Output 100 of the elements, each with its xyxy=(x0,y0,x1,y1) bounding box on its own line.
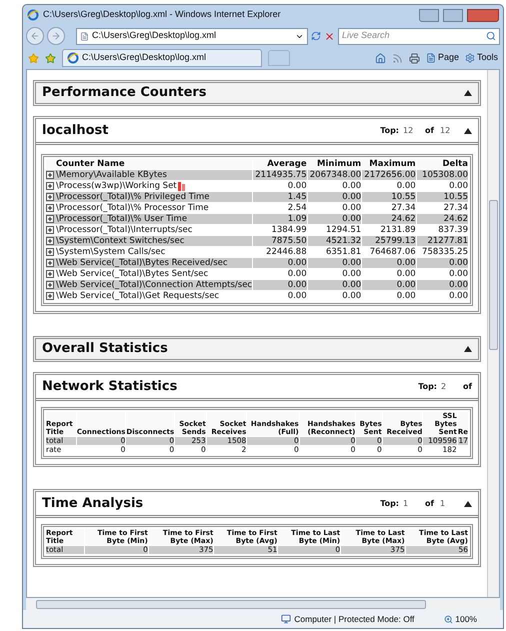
table-cell-text: 0.00 xyxy=(341,291,362,301)
expand-icon[interactable] xyxy=(46,292,54,300)
of-label: of xyxy=(425,498,434,510)
address-field[interactable]: C:\Users\Greg\Desktop\log.xml xyxy=(76,28,308,44)
of-label: of xyxy=(463,380,472,392)
table-cell-text: 0.00 xyxy=(341,280,362,290)
vertical-scrollbar[interactable] xyxy=(487,70,499,597)
expand-icon[interactable] xyxy=(46,270,54,278)
table-cell-text: 1.09 xyxy=(286,214,307,224)
page-icon xyxy=(80,32,89,40)
table-cell-text: 0.00 xyxy=(341,269,362,279)
table-cell-text: 10.55 xyxy=(442,192,468,202)
zoom-icon[interactable] xyxy=(444,614,454,624)
table-cell-text: 764687.06 xyxy=(368,247,416,257)
search-field[interactable]: Live Search xyxy=(338,28,500,44)
table-cell-text: 0.00 xyxy=(286,280,307,290)
table-cell-text: 27.34 xyxy=(442,203,468,213)
zoom-level[interactable]: 100% xyxy=(455,612,477,626)
table-cell-text: 0.00 xyxy=(286,258,307,268)
tools-menu[interactable]: Tools xyxy=(464,51,498,65)
stop-icon[interactable] xyxy=(324,30,335,42)
top-count: 12 xyxy=(403,124,414,136)
counter-name: \Processor(_Total)\Interrupts/sec xyxy=(56,225,192,235)
table-cell-text: 0.00 xyxy=(396,280,416,290)
add-favorite-star-icon[interactable] xyxy=(45,52,56,64)
expand-icon[interactable] xyxy=(46,226,54,234)
print-icon[interactable] xyxy=(408,52,420,64)
table-cell-text: 2172656.00 xyxy=(363,170,416,180)
table-cell-text: 1.45 xyxy=(286,192,307,202)
expand-icon[interactable] xyxy=(46,182,54,190)
table-cell-text: 24.62 xyxy=(442,214,468,224)
expand-icon[interactable] xyxy=(46,171,54,179)
top-label: Top: xyxy=(380,124,400,136)
table-cell-text: 2114935.75 xyxy=(254,170,307,180)
table-cell-text: 1294.51 xyxy=(324,225,362,235)
forward-arrow-icon xyxy=(51,31,61,41)
expand-icon[interactable] xyxy=(46,193,54,201)
table-cell-text: 0.00 xyxy=(396,291,416,301)
table-cell-text: 27.34 xyxy=(390,203,416,213)
horizontal-scrollbar[interactable] xyxy=(26,598,500,610)
table-cell-text: 25799.13 xyxy=(374,236,416,246)
collapse-icon[interactable] xyxy=(464,128,472,134)
counter-name: \Web Service(_Total)\Bytes Received/sec xyxy=(56,258,228,268)
counter-name: \Process(w3wp)\Working Set xyxy=(56,181,177,191)
page-menu[interactable]: Page xyxy=(426,51,459,65)
counter-name: \Processor(_Total)\% Processor Time xyxy=(56,203,209,213)
scrollbar-thumb[interactable] xyxy=(489,200,498,350)
table-cell-text: 0.00 xyxy=(448,280,468,290)
collapse-icon[interactable] xyxy=(464,346,472,352)
scrollbar-thumb[interactable] xyxy=(36,600,426,608)
collapse-icon[interactable] xyxy=(464,90,472,96)
table-cell-text: 105308.00 xyxy=(421,170,468,180)
counter-name: \Web Service(_Total)\Bytes Sent/sec xyxy=(56,269,208,279)
table-cell-text: 1384.99 xyxy=(270,225,307,235)
counter-name: \Processor(_Total)\% User Time xyxy=(56,214,188,224)
browser-tab[interactable]: C:\Users\Greg\Desktop\log.xml xyxy=(62,49,262,67)
section-title: Performance Counters xyxy=(42,84,208,102)
favorites-star-icon[interactable] xyxy=(28,52,39,64)
panel-title: Network Statistics xyxy=(42,378,178,396)
table-cell-text: 0.00 xyxy=(396,269,416,279)
panel-title: Time Analysis xyxy=(42,494,144,513)
expand-icon[interactable] xyxy=(46,281,54,289)
table-cell-text: 0.00 xyxy=(341,258,362,268)
expand-icon[interactable] xyxy=(46,259,54,267)
table-cell-text: 0.00 xyxy=(286,269,307,279)
search-input[interactable]: Live Search xyxy=(342,29,486,43)
table-cell-text: 0.00 xyxy=(448,291,468,301)
table-cell-text: 0.00 xyxy=(396,258,416,268)
collapse-icon[interactable] xyxy=(464,500,472,506)
table-cell-text: 22446.88 xyxy=(265,247,307,257)
table-cell-text: 0.00 xyxy=(448,181,468,191)
table-cell-text: 10.55 xyxy=(390,192,416,202)
column-header: Delta xyxy=(416,159,468,169)
home-icon[interactable] xyxy=(374,52,386,64)
gear-icon xyxy=(464,53,475,63)
table-cell-text: 7875.50 xyxy=(270,236,307,246)
counter-name: \System\Context Switches/sec xyxy=(56,236,184,246)
minimize-button[interactable] xyxy=(419,8,439,22)
panel-title: localhost xyxy=(42,122,110,140)
table-cell-text: 0.00 xyxy=(396,181,416,191)
total-count: 12 xyxy=(440,124,452,136)
counter-name: \System\System Calls/sec xyxy=(56,247,166,257)
top-label: Top: xyxy=(380,498,400,510)
page-icon xyxy=(426,53,436,63)
expand-icon[interactable] xyxy=(46,248,54,256)
close-button[interactable] xyxy=(467,8,499,22)
top-label: Top: xyxy=(418,380,438,392)
expand-icon[interactable] xyxy=(46,204,54,212)
expand-icon[interactable] xyxy=(46,215,54,223)
browser-logo-icon xyxy=(27,9,39,21)
table-cell-text: 758335.25 xyxy=(421,247,468,257)
table-cell-text: 0.00 xyxy=(286,181,307,191)
expand-icon[interactable] xyxy=(46,237,54,245)
computer-icon xyxy=(281,614,292,624)
table-cell-text: 21277.81 xyxy=(426,236,468,246)
table-cell-text: 0.00 xyxy=(448,269,468,279)
maximize-button[interactable] xyxy=(443,8,463,22)
refresh-icon[interactable] xyxy=(311,31,321,41)
table-cell-text: 2.54 xyxy=(286,203,307,213)
search-icon[interactable] xyxy=(486,31,496,41)
